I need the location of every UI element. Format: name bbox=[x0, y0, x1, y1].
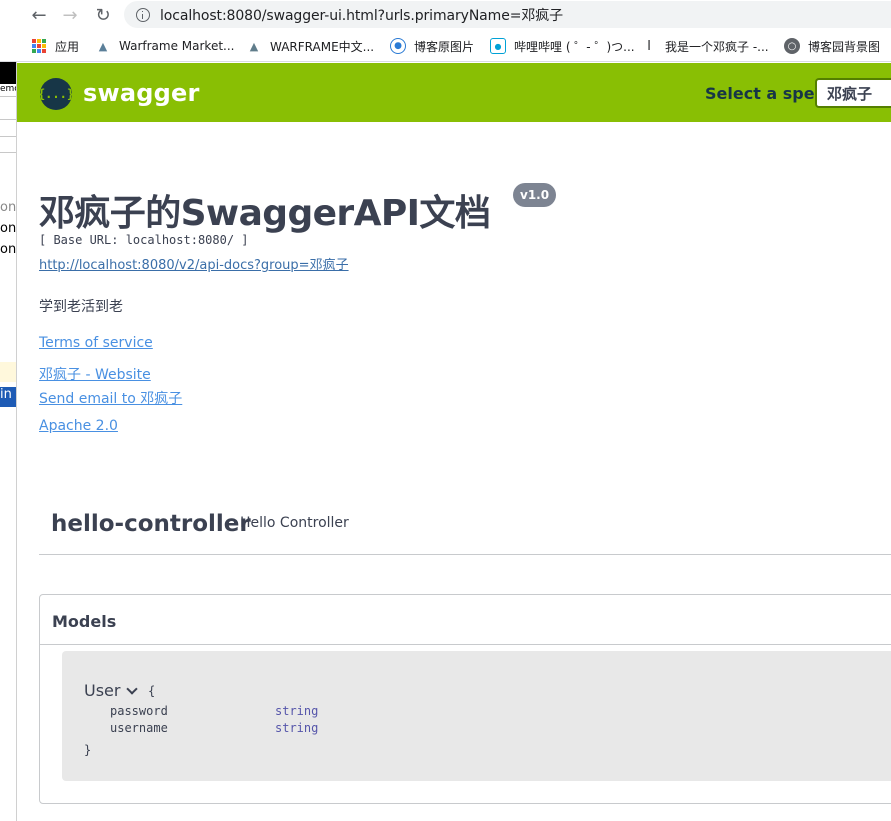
back-arrow-icon[interactable]: ← bbox=[27, 3, 51, 27]
swagger-logo-icon[interactable]: {...} bbox=[38, 78, 74, 110]
tag-hello-controller[interactable]: hello-controller Hello Controller bbox=[39, 504, 891, 555]
address-url[interactable]: localhost:8080/swagger-ui.html?urls.prim… bbox=[160, 5, 563, 25]
tag-name: hello-controller bbox=[51, 511, 251, 537]
api-title: 邓疯子的SwaggerAPI文档 bbox=[39, 193, 491, 234]
contact-email-link[interactable]: Send email to 邓疯子 bbox=[39, 388, 182, 408]
bookmark-blog-images[interactable]: ● 博客原图片 bbox=[390, 37, 474, 55]
background-window-strip: emo on on on in bbox=[0, 62, 17, 821]
bookmarks-bar: 应用 ▲ Warframe Market... ▲ WARFRAME中文... … bbox=[0, 30, 891, 62]
divider bbox=[0, 96, 16, 97]
background-window-text: on bbox=[0, 221, 17, 236]
tag-description: Hello Controller bbox=[240, 515, 349, 531]
property-name: username bbox=[110, 721, 168, 735]
background-window-selected-text: in bbox=[0, 387, 16, 407]
bookmark-blog-backgrounds[interactable]: ○ 博客园背景图 bbox=[784, 37, 880, 55]
model-toggle[interactable]: User bbox=[84, 681, 139, 700]
terms-of-service-link[interactable]: Terms of service bbox=[39, 335, 153, 351]
license-link[interactable]: Apache 2.0 bbox=[39, 418, 118, 434]
bookmark-warframe-cn[interactable]: ▲ WARFRAME中文... bbox=[246, 37, 374, 55]
divider bbox=[0, 119, 16, 120]
address-bar[interactable]: localhost:8080/swagger-ui.html?urls.prim… bbox=[124, 1, 891, 28]
model-name: User bbox=[84, 681, 121, 700]
background-window-highlight bbox=[0, 362, 16, 382]
models-header[interactable]: Models bbox=[40, 595, 891, 645]
bilibili-icon: ● bbox=[490, 38, 506, 54]
background-window-dark-area bbox=[0, 62, 16, 84]
property-type: string bbox=[275, 721, 319, 735]
reload-icon[interactable]: ↻ bbox=[91, 3, 115, 27]
model-user: User { password string username string } bbox=[62, 651, 891, 781]
background-window-text: on bbox=[0, 242, 17, 257]
models-section: Models User { password string username s… bbox=[39, 594, 891, 804]
base-url: [ Base URL: localhost:8080/ ] bbox=[39, 233, 249, 247]
blog-image-icon: ● bbox=[390, 38, 406, 54]
bookmark-warframe-market[interactable]: ▲ Warframe Market... bbox=[95, 37, 235, 55]
property-type: string bbox=[275, 704, 319, 718]
spec-select[interactable]: 邓疯子 bbox=[815, 78, 891, 108]
background-window-text: on bbox=[0, 200, 17, 215]
swagger-brand[interactable]: swagger bbox=[83, 79, 200, 107]
divider bbox=[0, 152, 16, 153]
globe-icon: ○ bbox=[784, 38, 800, 54]
api-description: 学到老活到老 bbox=[39, 299, 123, 315]
model-open-brace: { bbox=[148, 684, 156, 698]
bookmark-cnblogs[interactable]: ا 我是一个邓疯子 -... bbox=[641, 37, 768, 55]
version-badge: v1.0 bbox=[513, 183, 557, 207]
bookmark-apps[interactable]: 应用 bbox=[31, 37, 79, 55]
browser-toolbar: ← → ↻ localhost:8080/swagger-ui.html?url… bbox=[0, 0, 891, 30]
select-spec-label: Select a spec bbox=[705, 84, 825, 103]
model-close-brace: } bbox=[84, 743, 92, 757]
property-name: password bbox=[110, 704, 168, 718]
contact-website-link[interactable]: 邓疯子 - Website bbox=[39, 364, 151, 384]
cnblogs-icon: ا bbox=[647, 38, 651, 54]
forward-arrow-icon[interactable]: → bbox=[58, 3, 82, 27]
background-window-text: emo bbox=[0, 84, 16, 94]
warframe-market-icon: ▲ bbox=[98, 39, 108, 53]
warframe-icon: ▲ bbox=[249, 39, 259, 53]
swagger-topbar: {...} swagger Select a spec 邓疯子 bbox=[17, 63, 891, 122]
api-docs-link[interactable]: http://localhost:8080/v2/api-docs?group=… bbox=[39, 254, 349, 273]
divider bbox=[0, 136, 16, 137]
chevron-down-icon bbox=[126, 682, 139, 695]
site-info-icon[interactable] bbox=[136, 7, 150, 22]
models-title: Models bbox=[52, 612, 117, 631]
bookmark-bilibili[interactable]: ● 哔哩哔哩 ( ゜- ゜)つ... bbox=[490, 37, 635, 55]
apps-grid-icon bbox=[31, 38, 47, 54]
